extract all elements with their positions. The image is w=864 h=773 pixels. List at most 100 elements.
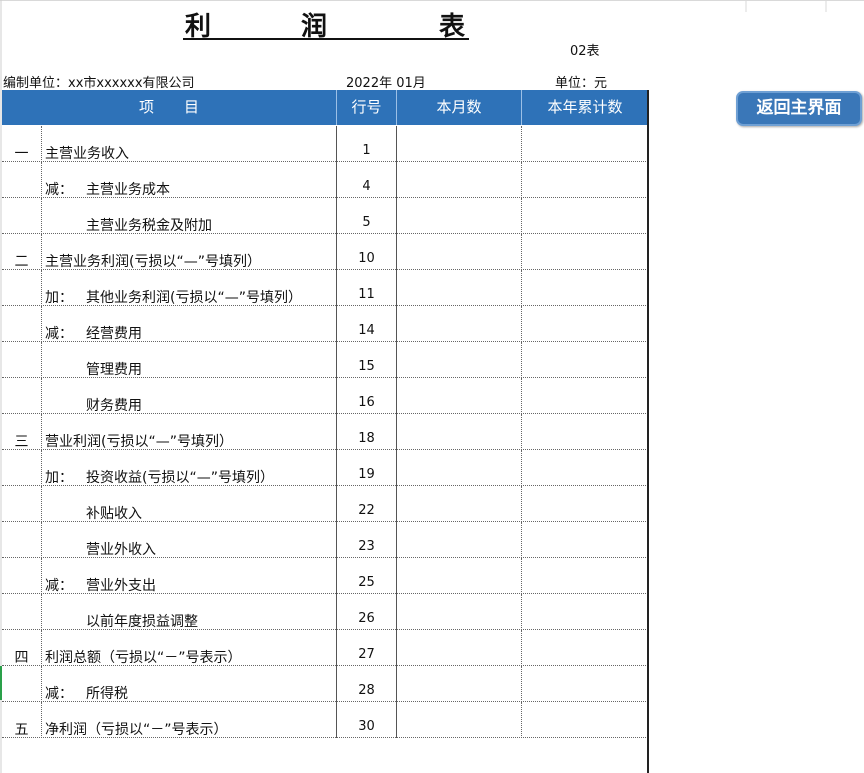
item-cell[interactable]: 管理费用 [42, 342, 337, 378]
section-number [2, 342, 42, 378]
item-cell[interactable]: 主营业务利润(亏损以“—”号填列） [42, 234, 337, 270]
this-month-cell[interactable] [397, 126, 522, 162]
year-to-date-cell[interactable] [522, 198, 648, 234]
item-cell[interactable]: 减： 营业外支出 [42, 558, 337, 594]
report-title: 利 润 表 [183, 6, 469, 42]
year-to-date-cell[interactable] [522, 666, 648, 702]
year-to-date-cell[interactable] [522, 306, 648, 342]
item-cell[interactable]: 减： 经营费用 [42, 306, 337, 342]
line-number: 5 [337, 198, 397, 234]
table-row: 财务费用 16 [2, 378, 648, 414]
this-month-cell[interactable] [397, 594, 522, 630]
year-to-date-cell[interactable] [522, 486, 648, 522]
this-month-cell[interactable] [397, 270, 522, 306]
this-month-cell[interactable] [397, 378, 522, 414]
item-cell[interactable]: 营业利润(亏损以“—”号填列） [42, 414, 337, 450]
return-main-button[interactable]: 返回主界面 [736, 91, 862, 126]
table-row: 二主营业务利润(亏损以“—”号填列） 10 [2, 234, 648, 270]
line-number: 27 [337, 630, 397, 666]
item-cell[interactable]: 营业外收入 [42, 522, 337, 558]
line-number: 16 [337, 378, 397, 414]
line-number: 25 [337, 558, 397, 594]
section-number [2, 270, 42, 306]
this-month-cell[interactable] [397, 162, 522, 198]
table-row: 五净利润（亏损以“－”号表示） 30 [2, 702, 648, 738]
year-to-date-cell[interactable] [522, 630, 648, 666]
this-month-cell[interactable] [397, 630, 522, 666]
item-cell[interactable]: 加： 投资收益(亏损以“—”号填列） [42, 450, 337, 486]
this-month-cell[interactable] [397, 450, 522, 486]
header-year-to-date: 本年累计数 [547, 98, 623, 116]
this-month-cell[interactable] [397, 486, 522, 522]
item-cell[interactable]: 以前年度损益调整 [42, 594, 337, 630]
this-month-cell[interactable] [397, 414, 522, 450]
year-to-date-cell[interactable] [522, 702, 648, 738]
line-number: 15 [337, 342, 397, 378]
item-label: 营业外支出 [86, 578, 156, 594]
year-to-date-cell[interactable] [522, 162, 648, 198]
item-cell[interactable]: 补贴收入 [42, 486, 337, 522]
table-row: 减： 营业外支出 25 [2, 558, 648, 594]
period-label: 2022年 01月 [346, 76, 426, 91]
item-cell[interactable]: 净利润（亏损以“－”号表示） [42, 702, 337, 738]
line-number: 11 [337, 270, 397, 306]
section-number [2, 486, 42, 522]
this-month-cell[interactable] [397, 702, 522, 738]
year-to-date-cell[interactable] [522, 414, 648, 450]
year-to-date-cell[interactable] [522, 378, 648, 414]
line-number: 23 [337, 522, 397, 558]
item-prefix: 减： [45, 578, 73, 594]
table-header: 项 目 行号 本月数 本年累计数 [2, 90, 648, 125]
year-to-date-cell[interactable] [522, 270, 648, 306]
item-label: 补贴收入 [86, 506, 142, 522]
section-number: 三 [2, 414, 42, 450]
line-number: 1 [337, 126, 397, 162]
section-number [2, 558, 42, 594]
section-number [2, 198, 42, 234]
this-month-cell[interactable] [397, 234, 522, 270]
item-label: 投资收益(亏损以“—”号填列） [86, 470, 274, 486]
form-number: 02表 [570, 44, 600, 59]
section-number [2, 522, 42, 558]
year-to-date-cell[interactable] [522, 594, 648, 630]
item-label: 财务费用 [86, 398, 142, 414]
this-month-cell[interactable] [397, 558, 522, 594]
table-row: 一主营业务收入 1 [2, 126, 648, 162]
year-to-date-cell[interactable] [522, 450, 648, 486]
this-month-cell[interactable] [397, 198, 522, 234]
this-month-cell[interactable] [397, 666, 522, 702]
this-month-cell[interactable] [397, 342, 522, 378]
year-to-date-cell[interactable] [522, 522, 648, 558]
item-cell[interactable]: 加： 其他业务利润(亏损以“—”号填列） [42, 270, 337, 306]
item-cell[interactable]: 主营业务税金及附加 [42, 198, 337, 234]
header-line-no: 行号 [337, 90, 397, 125]
item-prefix: 加： [45, 470, 73, 486]
this-month-cell[interactable] [397, 306, 522, 342]
table-row: 营业外收入 23 [2, 522, 648, 558]
line-number: 14 [337, 306, 397, 342]
item-cell[interactable]: 减： 主营业务成本 [42, 162, 337, 198]
table-right-border [647, 90, 649, 773]
item-label: 其他业务利润(亏损以“—”号填列） [86, 290, 302, 306]
table-row: 减： 所得税 28 [2, 666, 648, 702]
item-cell[interactable]: 减： 所得税 [42, 666, 337, 702]
item-cell[interactable]: 利润总额（亏损以“－”号表示） [42, 630, 337, 666]
table-row: 管理费用 15 [2, 342, 648, 378]
item-cell[interactable]: 主营业务收入 [42, 126, 337, 162]
item-label: 主营业务利润(亏损以“—”号填列） [45, 254, 261, 270]
line-number: 26 [337, 594, 397, 630]
table-row: 补贴收入 22 [2, 486, 648, 522]
income-statement-rows: 一主营业务收入 1 减： 主营业务成本 4 主营业务税金及附加 5 二主营业务利润(亏损以“—… [2, 126, 648, 738]
year-to-date-cell[interactable] [522, 342, 648, 378]
item-cell[interactable]: 财务费用 [42, 378, 337, 414]
title-char-1: 利 [185, 12, 212, 42]
year-to-date-cell[interactable] [522, 126, 648, 162]
year-to-date-cell[interactable] [522, 234, 648, 270]
item-label: 主营业务收入 [45, 146, 129, 162]
table-row: 三营业利润(亏损以“—”号填列） 18 [2, 414, 648, 450]
item-label: 主营业务成本 [86, 182, 170, 198]
item-label: 以前年度损益调整 [86, 614, 198, 630]
item-label: 所得税 [86, 686, 128, 702]
this-month-cell[interactable] [397, 522, 522, 558]
year-to-date-cell[interactable] [522, 558, 648, 594]
